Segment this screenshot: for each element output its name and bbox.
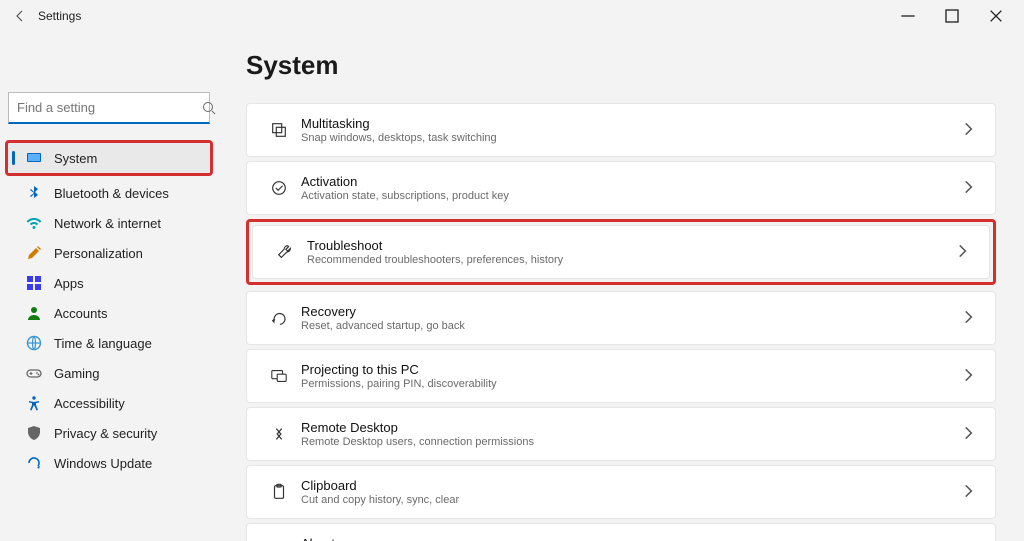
remote-desktop-icon: [265, 425, 293, 443]
card-recovery[interactable]: Recovery Reset, advanced startup, go bac…: [246, 291, 996, 345]
troubleshoot-icon: [271, 243, 299, 261]
card-activation[interactable]: Activation Activation state, subscriptio…: [246, 161, 996, 215]
multitasking-icon: [265, 121, 293, 139]
search-box[interactable]: [8, 92, 210, 124]
back-arrow-icon: [12, 8, 28, 24]
sidebar-item-accounts[interactable]: Accounts: [8, 298, 210, 328]
sidebar-item-apps[interactable]: Apps: [8, 268, 210, 298]
sidebar-item-label: Apps: [54, 276, 84, 291]
recovery-icon: [265, 309, 293, 327]
card-title: Clipboard: [301, 478, 959, 493]
sidebar-item-label: Gaming: [54, 366, 100, 381]
card-remote-desktop[interactable]: Remote Desktop Remote Desktop users, con…: [246, 407, 996, 461]
shield-icon: [26, 425, 42, 441]
update-icon: [26, 455, 42, 471]
apps-icon: [26, 275, 42, 291]
sidebar-item-label: Network & internet: [54, 216, 161, 231]
back-button[interactable]: [6, 2, 34, 30]
window-title: Settings: [38, 9, 81, 23]
card-subtitle: Reset, advanced startup, go back: [301, 320, 959, 332]
card-subtitle: Snap windows, desktops, task switching: [301, 132, 959, 144]
sidebar-item-label: System: [54, 151, 97, 166]
sidebar-item-gaming[interactable]: Gaming: [8, 358, 210, 388]
card-title: Recovery: [301, 304, 959, 319]
highlight-system-nav: System: [5, 140, 213, 176]
sidebar-item-privacy[interactable]: Privacy & security: [8, 418, 210, 448]
maximize-button[interactable]: [930, 2, 974, 30]
card-subtitle: Cut and copy history, sync, clear: [301, 494, 959, 506]
maximize-icon: [944, 8, 960, 24]
sidebar-item-windows-update[interactable]: Windows Update: [8, 448, 210, 478]
card-title: Troubleshoot: [307, 238, 953, 253]
sidebar-item-system[interactable]: System: [8, 143, 210, 173]
content-area: System Multitasking Snap windows, deskto…: [218, 32, 1024, 541]
card-subtitle: Recommended troubleshooters, preferences…: [307, 254, 953, 266]
page-title: System: [246, 50, 996, 81]
sidebar-item-accessibility[interactable]: Accessibility: [8, 388, 210, 418]
projecting-icon: [265, 367, 293, 385]
card-title: Activation: [301, 174, 959, 189]
minimize-icon: [900, 8, 916, 24]
chevron-right-icon: [959, 424, 977, 445]
sidebar-item-personalization[interactable]: Personalization: [8, 238, 210, 268]
sidebar-item-label: Time & language: [54, 336, 152, 351]
card-subtitle: Permissions, pairing PIN, discoverabilit…: [301, 378, 959, 390]
card-multitasking[interactable]: Multitasking Snap windows, desktops, tas…: [246, 103, 996, 157]
network-icon: [26, 215, 42, 231]
sidebar-item-network[interactable]: Network & internet: [8, 208, 210, 238]
clipboard-icon: [265, 483, 293, 501]
personalization-icon: [26, 245, 42, 261]
navigation-list: System Bluetooth & devices Network & int…: [8, 140, 210, 478]
highlight-troubleshoot-card: Troubleshoot Recommended troubleshooters…: [246, 219, 996, 285]
system-icon: [26, 150, 42, 166]
card-troubleshoot[interactable]: Troubleshoot Recommended troubleshooters…: [252, 225, 990, 279]
chevron-right-icon: [953, 242, 971, 263]
card-title: Multitasking: [301, 116, 959, 131]
close-button[interactable]: [974, 2, 1018, 30]
accounts-icon: [26, 305, 42, 321]
search-input[interactable]: [9, 100, 201, 115]
sidebar-item-bluetooth[interactable]: Bluetooth & devices: [8, 178, 210, 208]
globe-icon: [26, 335, 42, 351]
sidebar-item-label: Accounts: [54, 306, 107, 321]
chevron-right-icon: [959, 482, 977, 503]
card-title: About: [301, 536, 959, 541]
sidebar-item-label: Privacy & security: [54, 426, 157, 441]
card-projecting[interactable]: Projecting to this PC Permissions, pairi…: [246, 349, 996, 403]
search-icon: [201, 100, 217, 116]
chevron-right-icon: [959, 308, 977, 329]
sidebar-item-label: Accessibility: [54, 396, 125, 411]
card-subtitle: Activation state, subscriptions, product…: [301, 190, 959, 202]
chevron-right-icon: [959, 178, 977, 199]
accessibility-icon: [26, 395, 42, 411]
bluetooth-icon: [26, 185, 42, 201]
title-bar: Settings: [0, 0, 1024, 32]
card-title: Remote Desktop: [301, 420, 959, 435]
sidebar-item-label: Bluetooth & devices: [54, 186, 169, 201]
close-icon: [988, 8, 1004, 24]
chevron-right-icon: [959, 120, 977, 141]
card-about[interactable]: About Device specifications, rename PC, …: [246, 523, 996, 541]
sidebar-item-time-language[interactable]: Time & language: [8, 328, 210, 358]
activation-icon: [265, 179, 293, 197]
sidebar: System Bluetooth & devices Network & int…: [0, 32, 218, 541]
sidebar-item-label: Windows Update: [54, 456, 152, 471]
sidebar-item-label: Personalization: [54, 246, 143, 261]
minimize-button[interactable]: [886, 2, 930, 30]
card-subtitle: Remote Desktop users, connection permiss…: [301, 436, 959, 448]
card-title: Projecting to this PC: [301, 362, 959, 377]
card-clipboard[interactable]: Clipboard Cut and copy history, sync, cl…: [246, 465, 996, 519]
gaming-icon: [26, 365, 42, 381]
chevron-right-icon: [959, 366, 977, 387]
